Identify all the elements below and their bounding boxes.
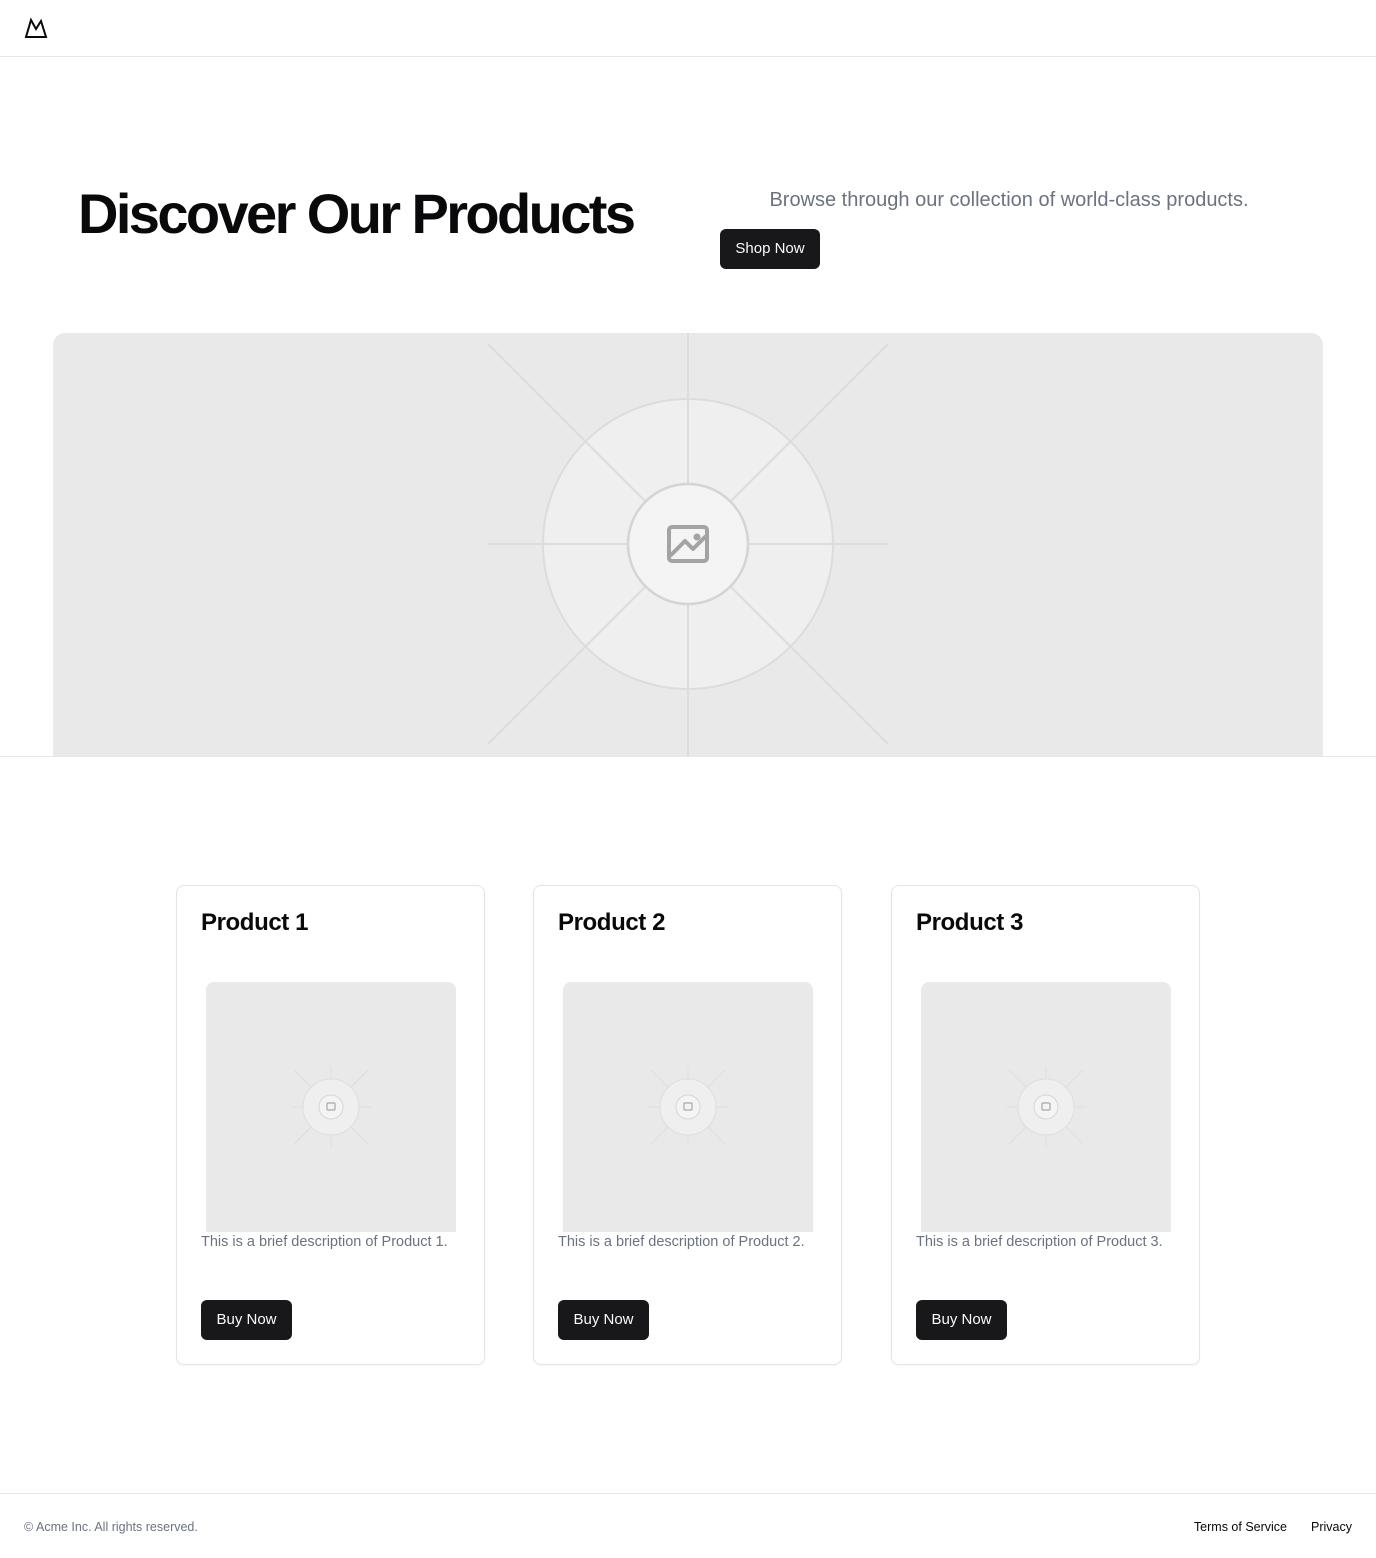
product-card-1: Product 1 This is a brief description of… <box>176 885 485 1365</box>
terms-of-service-link[interactable]: Terms of Service <box>1194 1518 1287 1536</box>
product-image <box>921 982 1171 1232</box>
product-description: This is a brief description of Product 1… <box>201 1234 448 1250</box>
mountain-icon <box>24 17 48 38</box>
hero-image <box>53 333 1323 756</box>
privacy-link[interactable]: Privacy <box>1311 1518 1352 1536</box>
product-title: Product 3 <box>916 909 1024 936</box>
image-placeholder-icon <box>1006 1067 1086 1147</box>
product-description: This is a brief description of Product 3… <box>916 1234 1163 1250</box>
site-footer: © Acme Inc. All rights reserved. Terms o… <box>0 1493 1376 1558</box>
product-title: Product 1 <box>201 909 309 936</box>
hero-subtitle: Browse through our collection of world-c… <box>769 189 1249 211</box>
hero-title: Discover Our Products <box>78 182 636 245</box>
buy-now-button[interactable]: Buy Now <box>201 1300 292 1340</box>
product-card-3: Product 3 This is a brief description of… <box>891 885 1200 1365</box>
footer-nav: Terms of Service Privacy <box>1194 1518 1352 1536</box>
buy-now-button[interactable]: Buy Now <box>916 1300 1007 1340</box>
product-title: Product 2 <box>558 909 666 936</box>
buy-now-button[interactable]: Buy Now <box>558 1300 649 1340</box>
product-card-2: Product 2 This is a brief description of… <box>533 885 842 1365</box>
image-placeholder-icon <box>487 333 889 756</box>
image-placeholder-icon <box>648 1067 728 1147</box>
image-placeholder-icon <box>291 1067 371 1147</box>
product-description: This is a brief description of Product 2… <box>558 1234 805 1250</box>
product-image <box>563 982 813 1232</box>
product-image <box>206 982 456 1232</box>
shop-now-button[interactable]: Shop Now <box>720 229 820 269</box>
copyright-text: © Acme Inc. All rights reserved. <box>24 1520 198 1534</box>
site-header <box>0 0 1376 57</box>
section-divider <box>0 756 1376 757</box>
